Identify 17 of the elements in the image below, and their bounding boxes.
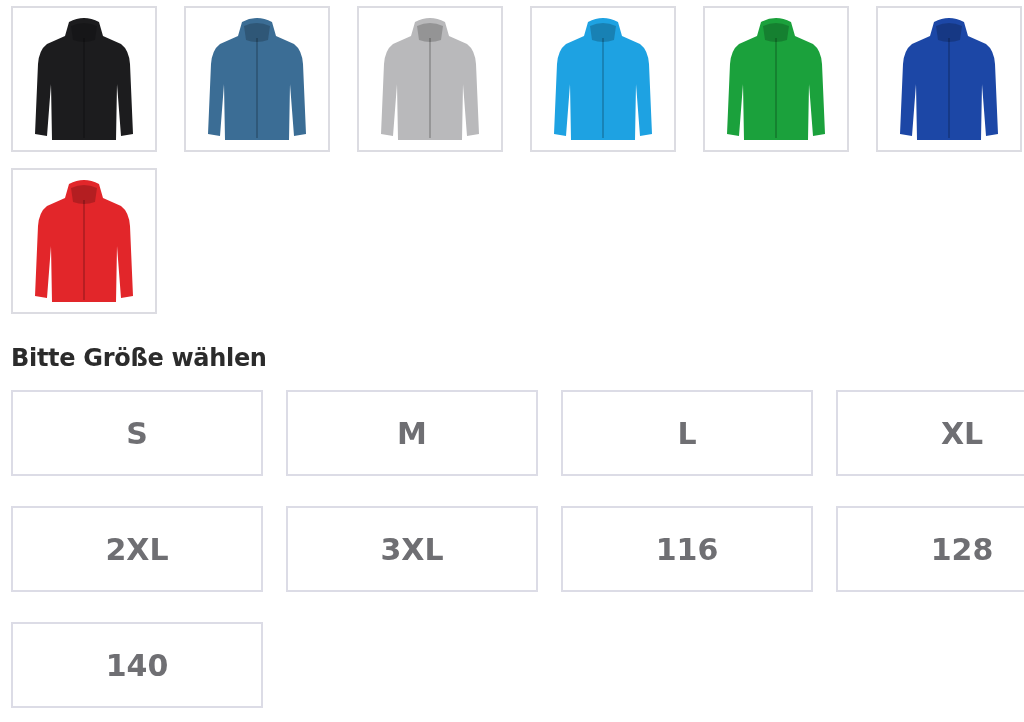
size-option[interactable]: M [286, 390, 538, 476]
color-swatch[interactable] [530, 6, 676, 152]
color-swatch[interactable] [184, 6, 330, 152]
size-option[interactable]: 2XL [11, 506, 263, 592]
size-option[interactable]: 140 [11, 622, 263, 708]
size-option[interactable]: 116 [561, 506, 813, 592]
size-heading: Bitte Größe wählen [11, 344, 268, 372]
color-swatch[interactable] [876, 6, 1022, 152]
size-option[interactable]: L [561, 390, 813, 476]
size-option[interactable]: 3XL [286, 506, 538, 592]
size-option[interactable]: S [11, 390, 263, 476]
size-option[interactable]: XL [836, 390, 1024, 476]
color-swatch[interactable] [11, 6, 157, 152]
color-swatch[interactable] [703, 6, 849, 152]
size-option[interactable]: 128 [836, 506, 1024, 592]
color-swatch[interactable] [357, 6, 503, 152]
color-swatch[interactable] [11, 168, 157, 314]
